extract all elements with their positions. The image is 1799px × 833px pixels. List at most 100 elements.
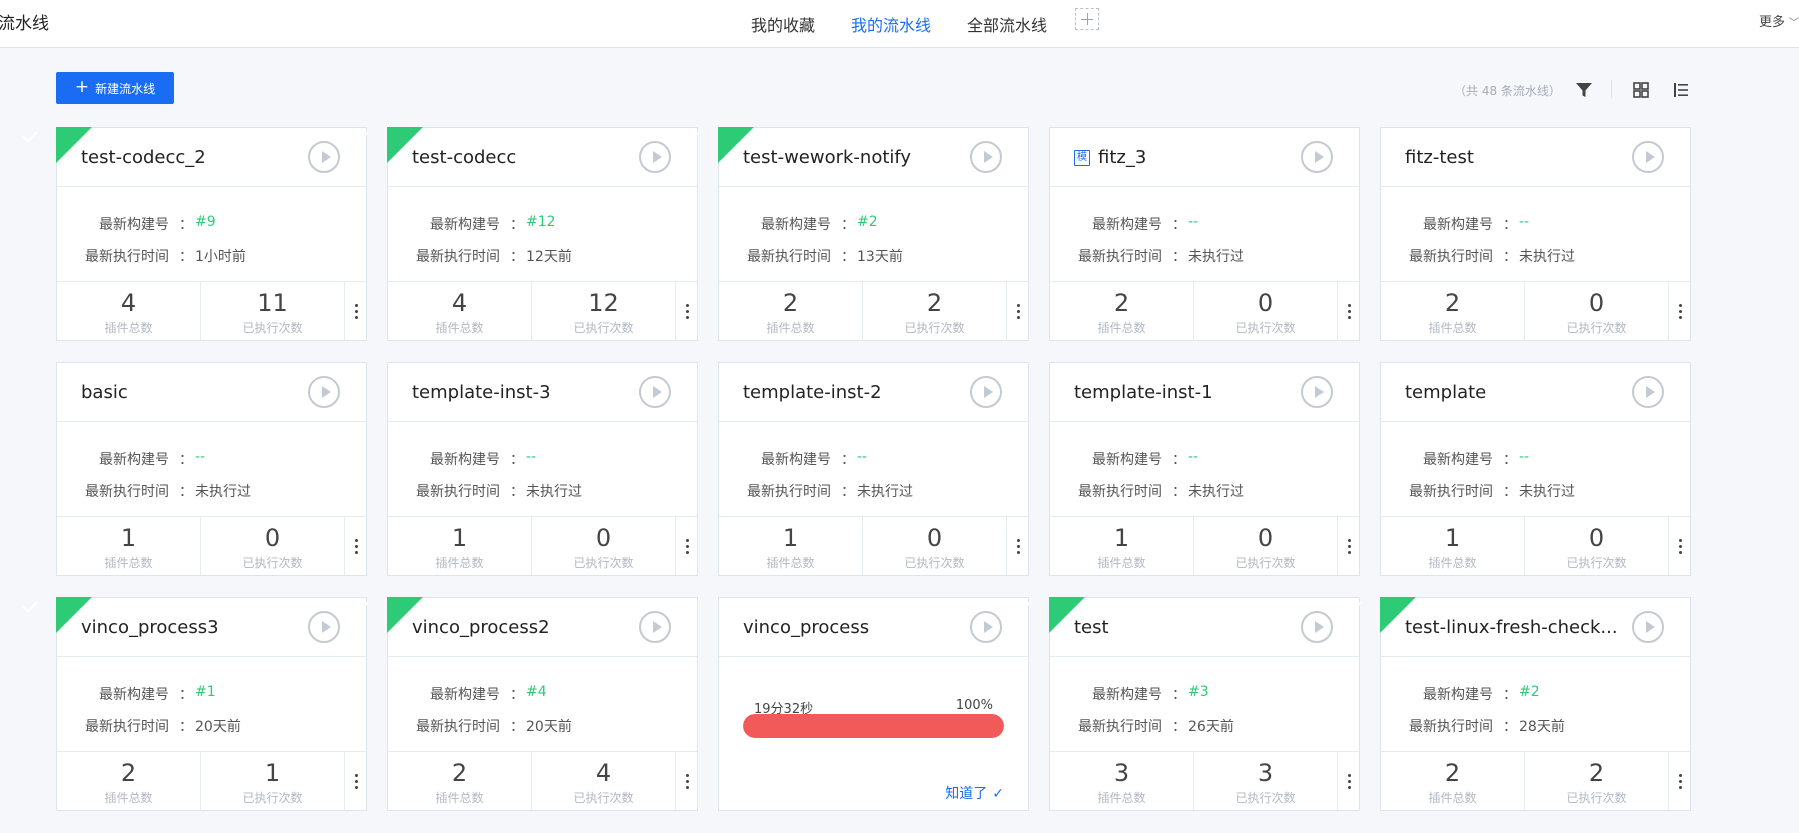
build-number-value[interactable]: #2: [857, 214, 878, 230]
pipeline-card[interactable]: fitz-test 最新构建号： -- 最新执行时间：未执行过 2 插件总数 0 已执行次数: [1380, 127, 1691, 341]
colon: ：: [1172, 484, 1186, 500]
pipeline-card[interactable]: vinco_process3 最新构建号： #1 最新执行时间： 20天前 2 插件总数 1 已…: [22, 597, 367, 811]
pipeline-name[interactable]: vinco_process3: [81, 617, 219, 638]
build-number-value[interactable]: #4: [526, 684, 547, 700]
more-vertical-icon[interactable]: [344, 282, 367, 340]
pipeline-card[interactable]: template-inst-3 最新构建号： -- 最新执行时间：未执行过 1 插件总数 0…: [387, 362, 698, 576]
pipeline-name[interactable]: test: [1074, 617, 1109, 638]
play-icon[interactable]: [308, 611, 340, 643]
pipeline-name[interactable]: test-codecc: [412, 147, 516, 168]
build-number-value[interactable]: #1: [195, 684, 216, 700]
play-icon[interactable]: [970, 611, 1002, 643]
pipeline-card[interactable]: template-inst-1 最新构建号： -- 最新执行时间：未执行过 1 插件总数 0…: [1049, 362, 1360, 576]
plugin-total-value: 1: [1113, 524, 1130, 552]
build-number-row: 最新构建号 ： --: [1050, 449, 1359, 469]
new-pipeline-button[interactable]: + 新建流水线: [56, 72, 174, 104]
colon: ：: [1172, 249, 1186, 265]
pipeline-name[interactable]: template-inst-1: [1074, 382, 1213, 403]
more-vertical-icon[interactable]: [1006, 282, 1029, 340]
grid-view-icon[interactable]: [1631, 80, 1651, 100]
filter-icon[interactable]: [1574, 80, 1594, 100]
play-icon[interactable]: [639, 141, 671, 173]
pipeline-card[interactable]: basic 最新构建号： -- 最新执行时间：未执行过 1 插件总数 0 已执行次数: [56, 362, 367, 576]
more-vertical-icon[interactable]: [1668, 282, 1691, 340]
more-vertical-icon[interactable]: [675, 282, 698, 340]
more-vertical-icon[interactable]: [1337, 517, 1360, 575]
build-number-value[interactable]: --: [1519, 214, 1529, 230]
play-icon[interactable]: [970, 376, 1002, 408]
pipeline-card[interactable]: test-linux-fresh-check... 最新构建号： #2 最新执行时间：…: [1346, 597, 1691, 811]
pipeline-name[interactable]: vinco_process: [743, 617, 869, 638]
card-header: test: [1015, 597, 1359, 657]
play-icon[interactable]: [1632, 611, 1664, 643]
play-icon[interactable]: [639, 376, 671, 408]
exec-count-label: 已执行次数: [242, 321, 303, 335]
tab-all-pipelines[interactable]: 全部流水线: [967, 12, 1047, 36]
build-number-value[interactable]: #2: [1519, 684, 1540, 700]
play-icon[interactable]: [970, 141, 1002, 173]
more-menu[interactable]: 更多 ﹀: [1759, 11, 1799, 30]
list-view-icon[interactable]: [1671, 80, 1691, 100]
build-number-value[interactable]: --: [526, 449, 536, 465]
pipeline-name[interactable]: template-inst-3: [412, 382, 551, 403]
pipeline-name[interactable]: template: [1405, 382, 1486, 403]
pipeline-name[interactable]: vinco_process2: [412, 617, 550, 638]
colon: ：: [510, 452, 524, 468]
pipeline-card[interactable]: 模 fitz_3 最新构建号： -- 最新执行时间：未执行过 2 插件总数 0 已执行次数: [1049, 127, 1360, 341]
more-vertical-icon[interactable]: [1337, 752, 1360, 810]
pipeline-name[interactable]: template-inst-2: [743, 382, 882, 403]
play-icon[interactable]: [1301, 141, 1333, 173]
pipeline-name[interactable]: test-codecc_2: [81, 147, 206, 168]
pipeline-card[interactable]: test-codecc_2 最新构建号： #9 最新执行时间： 1小时前 4 插件总数 11 已…: [22, 127, 367, 341]
card-footer: 3 插件总数 3 已执行次数: [1050, 751, 1359, 811]
play-icon[interactable]: [1632, 141, 1664, 173]
build-number-value[interactable]: #3: [1188, 684, 1209, 700]
exec-count-label: 已执行次数: [242, 791, 303, 805]
play-icon[interactable]: [1301, 611, 1333, 643]
pipeline-card[interactable]: test-wework-notify 最新构建号： #2 最新执行时间： 13天前 2 插件…: [684, 127, 1029, 341]
pipeline-card[interactable]: vinco_process2 最新构建号： #4 最新执行时间： 20天前 2 插件总数 4 已…: [353, 597, 698, 811]
pipeline-name[interactable]: fitz-test: [1405, 147, 1474, 168]
play-icon[interactable]: [1632, 376, 1664, 408]
play-icon[interactable]: [639, 611, 671, 643]
build-number-value[interactable]: --: [857, 449, 867, 465]
build-number-value[interactable]: #9: [195, 214, 216, 230]
more-vertical-icon[interactable]: [1006, 517, 1029, 575]
exec-time-row: 最新执行时间 ： 1小时前: [57, 246, 366, 266]
more-vertical-icon[interactable]: [675, 752, 698, 810]
tab-my-pipelines[interactable]: 我的流水线: [851, 12, 931, 36]
pipeline-name[interactable]: test-linux-fresh-check...: [1405, 617, 1618, 638]
more-vertical-icon[interactable]: [1668, 517, 1691, 575]
pipeline-card[interactable]: template 最新构建号： -- 最新执行时间：未执行过 1 插件总数 0 已执行次数: [1380, 362, 1691, 576]
play-icon[interactable]: [1301, 376, 1333, 408]
plugin-total-value: 2: [451, 759, 468, 787]
more-vertical-icon[interactable]: [344, 517, 367, 575]
pipeline-card[interactable]: test 最新构建号： #3 最新执行时间： 26天前 3 插件总数 3 已执行次数: [1015, 597, 1360, 811]
build-number-value[interactable]: --: [1188, 214, 1198, 230]
build-number-value[interactable]: --: [1519, 449, 1529, 465]
card-header: 模 fitz_3: [1050, 128, 1359, 187]
plus-icon[interactable]: [1075, 8, 1099, 30]
play-icon[interactable]: [308, 376, 340, 408]
exec-time-row: 最新执行时间 ：未执行过: [1381, 246, 1690, 266]
more-vertical-icon[interactable]: [344, 752, 367, 810]
acknowledge-link[interactable]: 知道了 ✓: [945, 783, 1004, 803]
play-icon[interactable]: [308, 141, 340, 173]
tab-favorites[interactable]: 我的收藏: [751, 12, 815, 36]
build-number-value[interactable]: --: [195, 449, 205, 465]
build-number-value[interactable]: #12: [526, 214, 556, 230]
pipeline-name[interactable]: test-wework-notify: [743, 147, 911, 168]
build-number-label: 最新构建号: [99, 687, 169, 703]
card-footer: 2 插件总数 0 已执行次数: [1050, 281, 1359, 341]
pipeline-card[interactable]: vinco_process 19分32秒 100% 知道了 ✓: [718, 597, 1029, 811]
more-vertical-icon[interactable]: [675, 517, 698, 575]
exec-time-label: 最新执行时间: [1409, 484, 1493, 500]
build-number-value[interactable]: --: [1188, 449, 1198, 465]
more-vertical-icon[interactable]: [1668, 752, 1691, 810]
pipeline-card[interactable]: test-codecc 最新构建号： #12 最新执行时间： 12天前 4 插件总数 12 已执…: [353, 127, 698, 341]
more-vertical-icon[interactable]: [1337, 282, 1360, 340]
pipeline-name[interactable]: basic: [81, 382, 128, 403]
pipeline-card[interactable]: template-inst-2 最新构建号： -- 最新执行时间：未执行过 1 插件总数 0…: [718, 362, 1029, 576]
pipeline-name[interactable]: fitz_3: [1098, 147, 1146, 168]
plugin-total-stat: 4 插件总数: [388, 282, 531, 340]
